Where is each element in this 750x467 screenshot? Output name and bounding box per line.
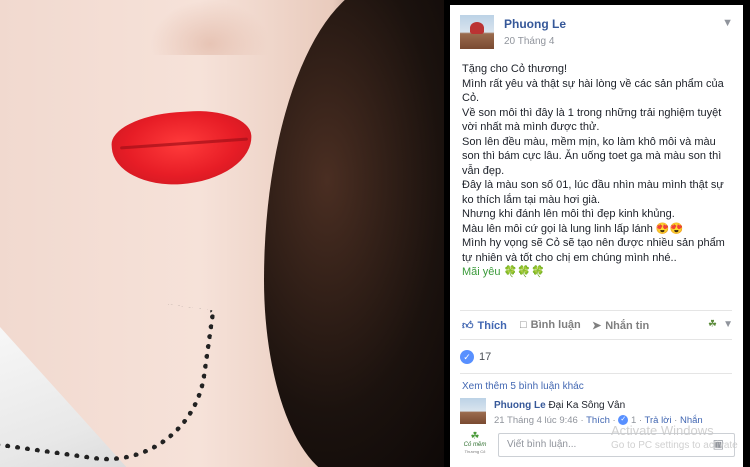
message-label: Nhắn tin xyxy=(605,320,650,332)
author-avatar[interactable] xyxy=(460,15,494,49)
divider xyxy=(460,339,732,340)
photo-necklace xyxy=(0,280,216,467)
post-line: Mình hy vọng sẽ Cỏ sẽ tạo nên được nhiều… xyxy=(462,237,725,264)
comment-time[interactable]: 21 Tháng 4 lúc 9:46 xyxy=(494,415,578,426)
chevron-down-icon[interactable]: ▼ xyxy=(723,319,733,330)
post-line: Mình rất yêu và thật sự hài lòng về các … xyxy=(462,77,724,105)
commenter-avatar[interactable] xyxy=(460,398,486,424)
share-icon: ➤ xyxy=(592,320,602,332)
post-text: Tặng cho Cỏ thương! Mình rất yêu và thật… xyxy=(462,62,734,280)
post-photo[interactable] xyxy=(0,0,444,467)
like-badge-icon: ✓ xyxy=(460,350,474,364)
watermark-subtitle: Go to PC settings to activate xyxy=(611,440,738,451)
thumbs-up-icon: 👍︎ xyxy=(462,320,474,332)
action-bar: 👍︎ Thích □ Bình luận ➤ Nhắn tin ☘ ▼ xyxy=(460,317,735,337)
page-logo-sub: Thương Cỏ xyxy=(464,449,486,454)
comment-icon: □ xyxy=(520,319,527,331)
post-line: Về son môi thì đây là 1 trong những trải… xyxy=(462,106,722,134)
comment-like-link[interactable]: Thích xyxy=(586,415,610,426)
divider xyxy=(460,310,732,311)
post-header: Phuong Le 20 Tháng 4 ▼ xyxy=(460,15,735,55)
message-button[interactable]: ➤ Nhắn tin xyxy=(592,319,649,332)
like-label: Thích xyxy=(477,320,507,332)
photo-nose xyxy=(150,0,270,55)
photo-hair xyxy=(264,0,444,467)
view-more-comments-link[interactable]: Xem thêm 5 bình luận khác xyxy=(462,381,584,392)
comment-body: Phuong Le Đại Ka Sông Vân xyxy=(494,400,625,411)
page-avatar-icon[interactable]: ☘ xyxy=(708,319,717,330)
post-line: Đây là màu son số 01, lúc đầu nhìn màu m… xyxy=(462,179,724,206)
likes-summary[interactable]: ✓ 17 xyxy=(460,350,491,366)
comment-text: Đại Ka Sông Vân xyxy=(548,400,626,411)
page-logo-name: Cỏ mềm xyxy=(463,442,487,448)
page-logo: ☘ Cỏ mềm Thương Cỏ xyxy=(460,432,490,458)
like-button[interactable]: 👍︎ Thích xyxy=(462,319,507,332)
comment-button[interactable]: □ Bình luận xyxy=(520,319,581,331)
divider xyxy=(460,373,732,374)
activate-windows-watermark: Activate Windows Go to PC settings to ac… xyxy=(611,423,738,451)
post-date[interactable]: 20 Tháng 4 xyxy=(504,36,554,47)
post-line: Tặng cho Cỏ thương! xyxy=(462,63,568,75)
commenter-name[interactable]: Phuong Le xyxy=(494,400,546,411)
likes-count: 17 xyxy=(479,351,492,363)
post-line: Son lên đều màu, mềm mịn, ko làm khô môi… xyxy=(462,135,722,177)
post-line: Màu lên môi cứ gọi là lung linh lấp lánh… xyxy=(462,222,684,235)
comment-placeholder: Viết bình luận... xyxy=(507,439,577,450)
comment-label: Bình luận xyxy=(530,319,581,331)
post-line: Nhưng khi đánh lên môi thì đẹp kinh khủn… xyxy=(462,208,675,220)
clover-icon: ☘ xyxy=(470,431,480,442)
author-name[interactable]: Phuong Le xyxy=(504,17,566,31)
post-panel: Phuong Le 20 Tháng 4 ▼ Tặng cho Cỏ thươn… xyxy=(450,5,743,467)
watermark-title: Activate Windows xyxy=(611,423,714,438)
post-options-chevron-icon[interactable]: ▼ xyxy=(722,17,733,29)
post-line: Mãi yêu 🍀🍀🍀 xyxy=(462,266,545,278)
